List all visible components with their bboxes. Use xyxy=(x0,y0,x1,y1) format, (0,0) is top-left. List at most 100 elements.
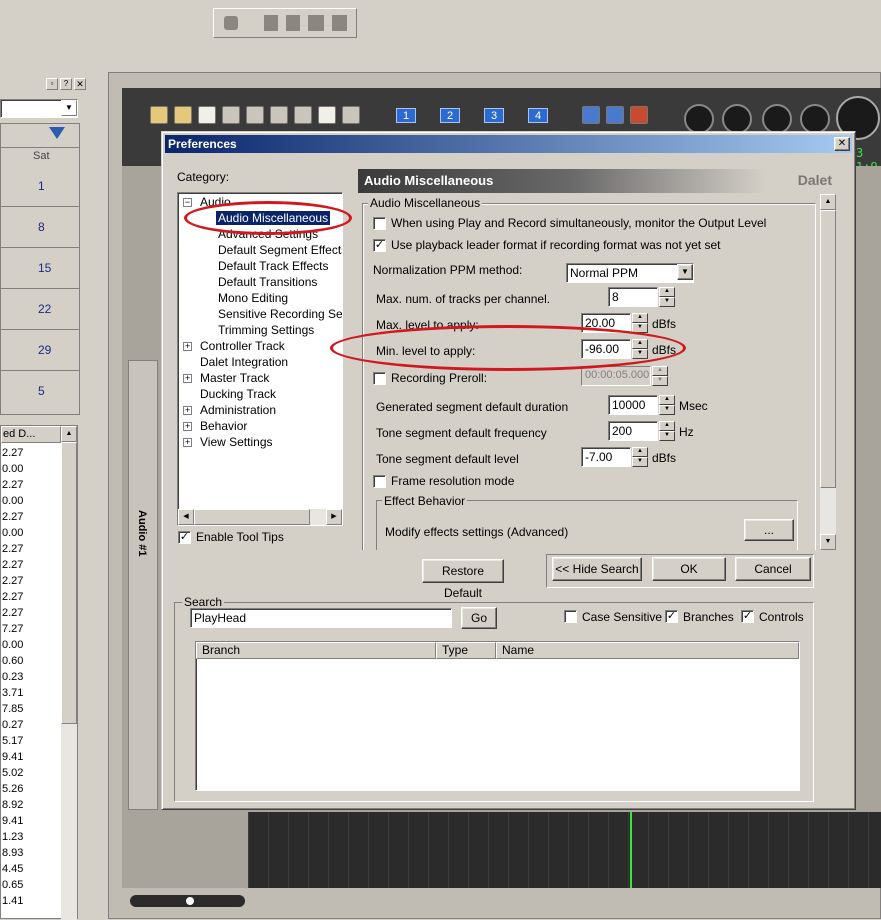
calendar-cell[interactable]: 8 xyxy=(1,207,79,248)
tree-item[interactable]: Trimming Settings xyxy=(216,323,316,337)
scroll-up-icon[interactable]: ▲ xyxy=(61,426,77,442)
film-icon[interactable] xyxy=(270,106,288,124)
chevron-down-icon[interactable]: ▼ xyxy=(61,100,77,116)
expand-icon[interactable]: + xyxy=(183,422,192,431)
expand-icon[interactable]: + xyxy=(183,342,192,351)
scroll-down-icon[interactable]: ▼ xyxy=(820,534,836,550)
step-1-button[interactable]: 1 xyxy=(396,108,416,123)
column-header-branch[interactable]: Branch xyxy=(196,642,436,659)
tone-level-stepper[interactable]: ▲ ▼ xyxy=(632,447,648,467)
calendar-cell[interactable]: 1 xyxy=(1,166,79,207)
calendar-cell[interactable]: 5 xyxy=(1,371,79,412)
spin-down-icon[interactable]: ▼ xyxy=(652,376,668,386)
recording-preroll-checkbox[interactable] xyxy=(373,372,386,385)
tree-item[interactable]: Default Track Effects xyxy=(216,259,331,273)
scroll-right-icon[interactable]: ▶ xyxy=(326,509,342,525)
segment-duration-stepper[interactable]: ▲ ▼ xyxy=(659,395,675,415)
record-icon[interactable] xyxy=(800,104,830,134)
list-header[interactable]: ed D... xyxy=(1,426,61,443)
rewind-icon[interactable] xyxy=(722,104,752,134)
mode-2-icon[interactable] xyxy=(606,106,624,124)
toolbar-button-1[interactable] xyxy=(224,16,238,30)
split-icon[interactable] xyxy=(294,106,312,124)
tree-item[interactable]: Mono Editing xyxy=(216,291,290,305)
list-scrollbar[interactable]: ▲ xyxy=(61,426,77,920)
enable-tooltips-checkbox[interactable]: ✓ xyxy=(178,531,191,544)
search-input[interactable]: PlayHead xyxy=(190,608,452,628)
spin-down-icon[interactable]: ▼ xyxy=(659,431,675,441)
tree-item[interactable]: Sensitive Recording Settir xyxy=(216,307,342,321)
tree-item[interactable]: Master Track xyxy=(198,371,271,385)
modify-effects-button[interactable]: ... xyxy=(744,519,794,541)
recording-preroll-stepper[interactable]: ▲ ▼ xyxy=(652,366,668,386)
column-header-name[interactable]: Name xyxy=(496,642,799,659)
case-sensitive-checkbox[interactable] xyxy=(564,610,577,623)
spin-down-icon[interactable]: ▼ xyxy=(659,405,675,415)
step-2-button[interactable]: 2 xyxy=(440,108,460,123)
scroll-thumb[interactable] xyxy=(61,442,77,724)
spin-up-icon[interactable]: ▲ xyxy=(652,366,668,376)
spin-up-icon[interactable]: ▲ xyxy=(659,395,675,405)
scroll-thumb[interactable] xyxy=(194,509,310,525)
hide-search-button[interactable]: << Hide Search xyxy=(552,557,642,581)
help-icon[interactable]: ? xyxy=(60,78,72,90)
calendar-nav-icon[interactable] xyxy=(49,127,65,139)
scroll-thumb[interactable] xyxy=(820,210,836,488)
toolbar-button-2[interactable] xyxy=(264,15,278,31)
dialog-titlebar[interactable]: Preferences ✕ xyxy=(165,135,852,153)
horizontal-scrollbar[interactable] xyxy=(130,895,245,907)
max-tracks-input[interactable]: 8 xyxy=(608,287,658,307)
spin-down-icon[interactable]: ▼ xyxy=(632,457,648,467)
stack-icon[interactable] xyxy=(222,106,240,124)
restore-icon[interactable]: ▫ xyxy=(46,78,58,90)
recording-preroll-input[interactable]: 00:00:05.000 xyxy=(581,366,651,386)
go-button[interactable]: Go xyxy=(461,607,497,629)
tone-frequency-stepper[interactable]: ▲ ▼ xyxy=(659,421,675,441)
category-tree[interactable]: − Audio Audio Miscellaneous Advanced Settin… xyxy=(177,192,343,526)
calendar-cell[interactable]: 29 xyxy=(1,330,79,371)
save-icon[interactable] xyxy=(342,106,360,124)
spin-down-icon[interactable]: ▼ xyxy=(659,297,675,307)
scroll-up-icon[interactable]: ▲ xyxy=(820,194,836,210)
collapse-icon[interactable]: − xyxy=(183,198,192,207)
page-icon[interactable] xyxy=(198,106,216,124)
spin-up-icon[interactable]: ▲ xyxy=(659,421,675,431)
calendar-cell[interactable]: 22 xyxy=(1,289,79,330)
new-icon[interactable] xyxy=(150,106,168,124)
frame-resolution-checkbox[interactable] xyxy=(373,475,386,488)
mode-3-icon[interactable] xyxy=(630,106,648,124)
monitor-output-checkbox[interactable] xyxy=(373,217,386,230)
mode-1-icon[interactable] xyxy=(582,106,600,124)
tree-item[interactable]: Dalet Integration xyxy=(198,355,290,369)
normalization-select[interactable]: Normal PPM ▼ xyxy=(566,263,694,283)
controls-checkbox[interactable]: ✓ xyxy=(741,610,754,623)
tree-hscrollbar[interactable]: ◀ ▶ xyxy=(178,509,342,525)
branches-checkbox[interactable]: ✓ xyxy=(665,610,678,623)
tone-frequency-input[interactable]: 200 xyxy=(608,421,658,441)
delete-icon[interactable] xyxy=(246,106,264,124)
tree-item[interactable]: View Settings xyxy=(198,435,275,449)
tone-level-input[interactable]: -7.00 xyxy=(581,447,631,467)
expand-icon[interactable]: + xyxy=(183,374,192,383)
step-3-button[interactable]: 3 xyxy=(484,108,504,123)
panel-vscrollbar[interactable]: ▲ ▼ xyxy=(820,194,836,550)
tree-item[interactable]: Behavior xyxy=(198,419,249,433)
tree-item[interactable]: Ducking Track xyxy=(198,387,278,401)
stop-icon[interactable] xyxy=(762,104,792,134)
toolbar-button-5[interactable] xyxy=(332,15,347,31)
spin-up-icon[interactable]: ▲ xyxy=(632,313,648,323)
results-table[interactable]: Branch Type Name xyxy=(195,641,800,791)
close-icon[interactable]: ✕ xyxy=(74,78,86,90)
calendar-dropdown[interactable]: ▼ xyxy=(0,99,78,118)
toolbar-button-4[interactable] xyxy=(308,15,324,31)
chevron-down-icon[interactable]: ▼ xyxy=(677,264,693,280)
dialog-close-button[interactable]: ✕ xyxy=(834,137,850,151)
scroll-thumb-dot[interactable] xyxy=(186,897,194,905)
expand-icon[interactable]: + xyxy=(183,438,192,447)
spin-up-icon[interactable]: ▲ xyxy=(659,287,675,297)
segment-duration-input[interactable]: 10000 xyxy=(608,395,658,415)
open-icon[interactable] xyxy=(174,106,192,124)
skip-back-icon[interactable] xyxy=(684,104,714,134)
scroll-left-icon[interactable]: ◀ xyxy=(178,509,194,525)
column-header-type[interactable]: Type xyxy=(436,642,496,659)
